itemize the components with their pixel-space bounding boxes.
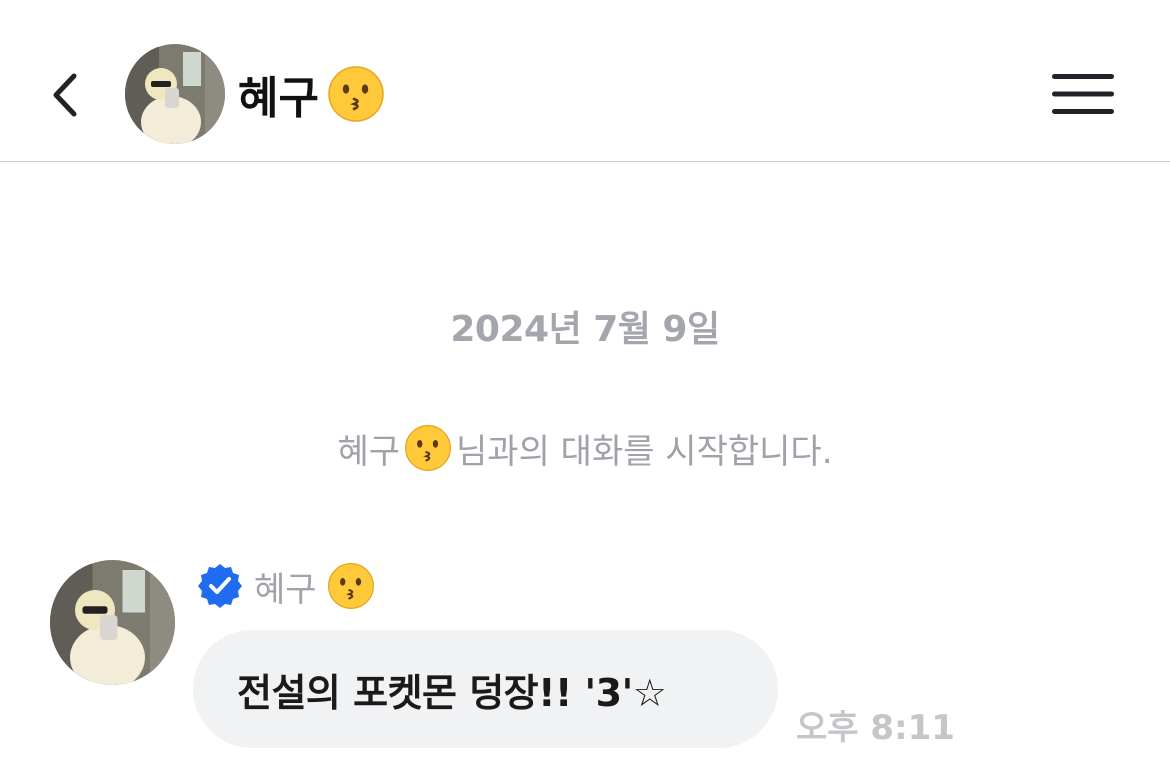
message-sender: 혜구 [196,560,375,612]
kissing-face-emoji-icon [327,563,374,609]
contact-name-text: 혜구 [238,73,319,124]
sender-name: 혜구 [254,569,317,610]
sender-avatar[interactable] [50,560,175,685]
hamburger-menu-icon [1052,74,1114,114]
chat-header: 혜구 [0,0,1170,162]
back-button[interactable] [36,60,96,130]
menu-button[interactable] [1048,66,1118,122]
start-notice-name: 혜구 [337,431,401,472]
kissing-face-emoji-icon [328,66,384,122]
message-timestamp: 오후 8:11 [796,708,955,748]
message-text: 전설의 포켓몬 덩장!! '3'☆ [237,670,667,715]
start-notice-text: 님과의 대화를 시작합니다. [456,431,833,472]
conversation-start-notice: 혜구 님과의 대화를 시작합니다. [0,423,1170,473]
verified-badge-icon [198,564,242,608]
chat-screen: 혜구 2024년 7월 9일 혜구 님과의 대화를 시작합니다. 혜구 전설의 … [0,0,1170,779]
date-divider: 2024년 7월 9일 [450,309,720,350]
message-bubble[interactable]: 전설의 포켓몬 덩장!! '3'☆ [193,630,778,748]
chevron-left-icon [53,73,77,117]
kissing-face-emoji-icon [405,425,451,471]
contact-name: 혜구 [238,62,385,126]
contact-avatar[interactable] [125,44,225,144]
